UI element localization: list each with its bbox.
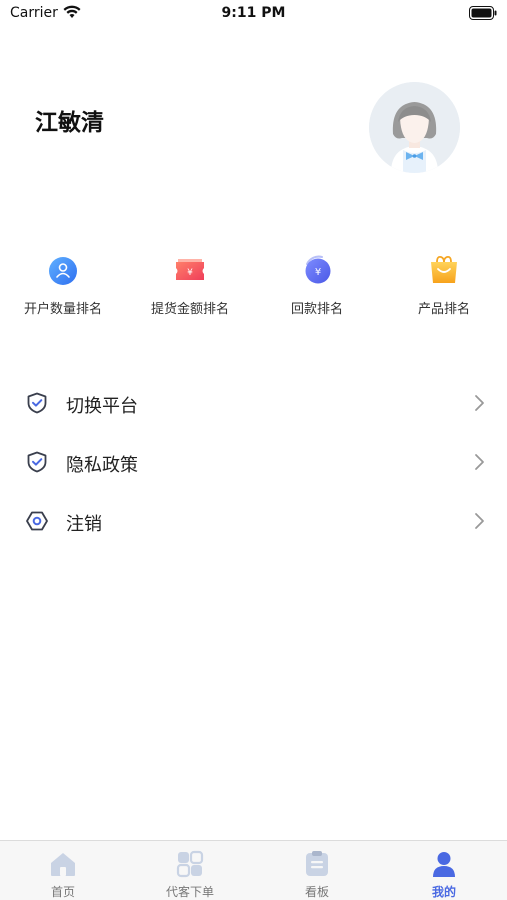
bottom-tab-bar: 首页 代客下单 看板 我的 xyxy=(0,840,507,900)
rank-payment[interactable]: ¥ 回款排名 xyxy=(254,248,380,328)
hexagon-icon xyxy=(26,511,48,531)
rank-label: 提货金额排名 xyxy=(150,302,229,317)
tab-label: 首页 xyxy=(50,885,75,899)
rank-product[interactable]: 产品排名 xyxy=(381,248,507,328)
chevron-right-icon xyxy=(475,513,484,529)
tab-home[interactable]: 首页 xyxy=(0,841,126,900)
menu-item-logout[interactable]: 注销 xyxy=(0,492,507,551)
board-icon xyxy=(306,851,328,876)
home-icon xyxy=(51,853,75,876)
menu-item-switch-platform[interactable]: 切换平台 xyxy=(0,374,507,433)
grid-order-icon xyxy=(176,850,204,878)
user-avatar-icon xyxy=(369,82,460,173)
avatar[interactable] xyxy=(369,82,460,173)
tab-place-order[interactable]: 代客下单 xyxy=(127,841,253,900)
settings-menu: 切换平台 隐私政策 注销 xyxy=(0,374,507,551)
chevron-right-icon xyxy=(475,395,484,411)
menu-label: 隐私政策 xyxy=(66,455,138,476)
menu-item-privacy-policy[interactable]: 隐私政策 xyxy=(0,433,507,492)
rank-account-count[interactable]: 开户数量排名 xyxy=(0,248,126,328)
shield-check-icon xyxy=(27,451,47,473)
status-bar: Carrier 9:11 PM xyxy=(0,0,507,30)
rank-label: 产品排名 xyxy=(417,302,470,317)
menu-label: 注销 xyxy=(66,514,102,535)
tab-dashboard[interactable]: 看板 xyxy=(254,841,380,900)
tab-label: 我的 xyxy=(431,885,456,899)
shield-check-icon xyxy=(27,392,47,414)
menu-label: 切换平台 xyxy=(66,396,138,417)
svg-text:¥: ¥ xyxy=(187,268,193,278)
ranking-shortcuts: 开户数量排名 ¥ 提货金额排名 ¥ 回款排名 产品排名 xyxy=(0,248,507,328)
rank-label: 开户数量排名 xyxy=(23,302,102,317)
tab-label: 代客下单 xyxy=(165,885,214,899)
account-rank-icon xyxy=(49,257,77,285)
gift-rank-icon xyxy=(431,255,457,283)
coupon-rank-icon: ¥ xyxy=(176,259,204,280)
clock-time: 9:11 PM xyxy=(221,5,286,21)
svg-text:¥: ¥ xyxy=(315,267,321,278)
chevron-right-icon xyxy=(475,454,484,470)
payment-rank-icon: ¥ xyxy=(305,255,331,284)
profile-icon xyxy=(433,852,455,877)
user-name: 江敏清 xyxy=(35,110,104,136)
tab-mine[interactable]: 我的 xyxy=(381,841,507,900)
rank-pickup-amount[interactable]: ¥ 提货金额排名 xyxy=(127,248,253,328)
tab-label: 看板 xyxy=(304,885,329,899)
battery-icon xyxy=(469,6,497,20)
rank-label: 回款排名 xyxy=(290,302,343,317)
